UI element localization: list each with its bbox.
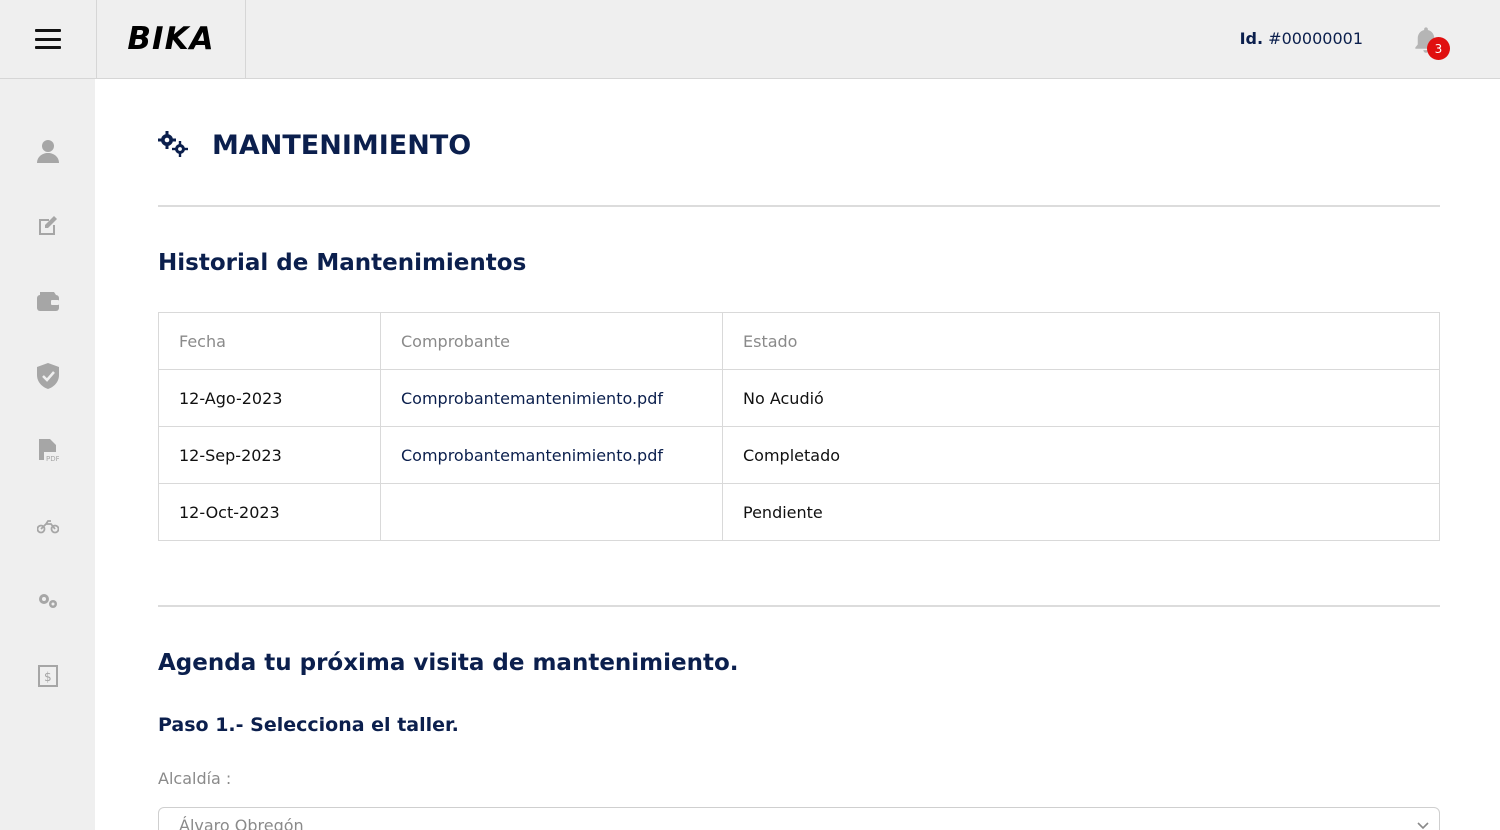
chevron-down-icon <box>1417 822 1429 830</box>
divider <box>158 605 1440 607</box>
fecha-cell: 12-Oct-2023 <box>158 483 381 541</box>
fecha-cell: 12-Ago-2023 <box>158 369 381 427</box>
sidebar: PDF $ <box>0 79 95 830</box>
estado-cell: No Acudió <box>722 369 1440 427</box>
gears-icon <box>158 131 188 157</box>
page-title-row: MANTENIMIENTO <box>158 125 471 165</box>
comprobante-link[interactable]: Comprobantemantenimiento.pdf <box>401 389 663 408</box>
maintenance-history-table: Fecha Comprobante Estado 12-Ago-2023 Com… <box>158 312 1440 541</box>
fecha-cell: 12-Sep-2023 <box>158 426 381 484</box>
user-id-value: #00000001 <box>1268 29 1363 48</box>
menu-toggle-area <box>0 0 97 78</box>
app-logo[interactable]: BIKA <box>127 21 214 57</box>
column-header-comprobante: Comprobante <box>380 312 723 370</box>
estado-cell: Pendiente <box>722 483 1440 541</box>
wallet-icon[interactable] <box>35 288 61 314</box>
svg-text:$: $ <box>44 670 52 684</box>
user-id: Id. #00000001 <box>1240 29 1363 48</box>
table-row: 12-Sep-2023 Comprobantemantenimiento.pdf… <box>158 426 1440 484</box>
column-header-estado: Estado <box>722 312 1440 370</box>
pdf-file-icon[interactable]: PDF <box>35 438 61 464</box>
notification-badge: 3 <box>1427 37 1450 60</box>
edit-icon[interactable] <box>35 213 61 239</box>
comprobante-link[interactable]: Comprobantemantenimiento.pdf <box>401 446 663 465</box>
divider <box>158 205 1440 207</box>
alcaldia-label: Alcaldía : <box>158 769 232 788</box>
alcaldia-select[interactable]: Álvaro Obregón <box>158 807 1440 830</box>
top-header: BIKA Id. #00000001 3 <box>0 0 1500 79</box>
receipt-dollar-icon[interactable]: $ <box>35 663 61 689</box>
column-header-fecha: Fecha <box>158 312 381 370</box>
hamburger-menu-icon[interactable] <box>35 29 61 49</box>
svg-text:PDF: PDF <box>46 455 59 463</box>
alcaldia-selected-value: Álvaro Obregón <box>179 816 304 830</box>
user-id-label: Id. <box>1239 29 1264 48</box>
table-header-row: Fecha Comprobante Estado <box>158 312 1440 370</box>
schedule-title: Agenda tu próxima visita de mantenimient… <box>158 650 739 676</box>
gears-icon[interactable] <box>35 588 61 614</box>
history-title: Historial de Mantenimientos <box>158 250 527 276</box>
table-row: 12-Oct-2023 Pendiente <box>158 483 1440 541</box>
table-row: 12-Ago-2023 Comprobantemantenimiento.pdf… <box>158 369 1440 427</box>
logo-area: BIKA <box>97 0 246 78</box>
estado-cell: Completado <box>722 426 1440 484</box>
step1-title: Paso 1.- Selecciona el taller. <box>158 714 459 736</box>
motorcycle-icon[interactable] <box>35 513 61 539</box>
page-title: MANTENIMIENTO <box>212 129 472 161</box>
shield-check-icon[interactable] <box>35 363 61 389</box>
user-icon[interactable] <box>35 138 61 164</box>
